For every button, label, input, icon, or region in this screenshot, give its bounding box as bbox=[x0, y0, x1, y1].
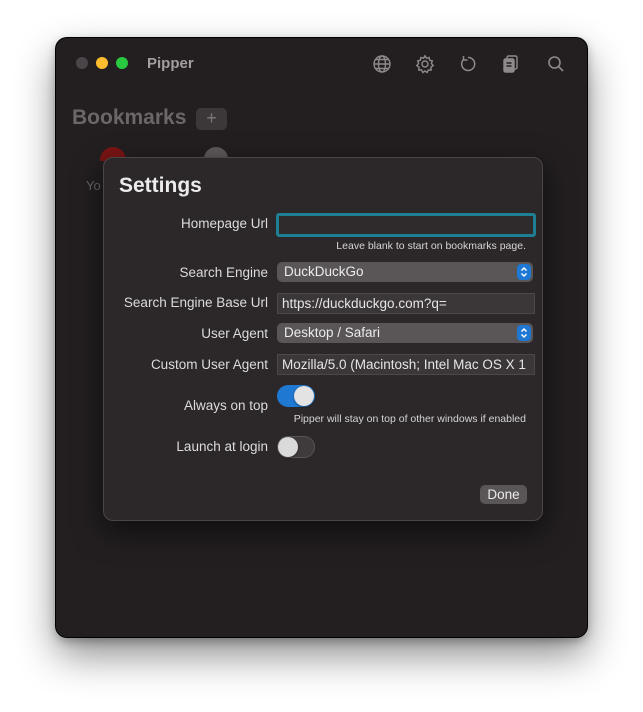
done-button[interactable]: Done bbox=[480, 485, 527, 504]
toggle-knob bbox=[278, 437, 298, 457]
chevron-up-down-icon bbox=[517, 325, 531, 341]
always-on-top-hint: Pipper will stay on top of other windows… bbox=[293, 413, 526, 425]
search-engine-base-url-label: Search Engine Base Url bbox=[123, 295, 268, 310]
reload-icon[interactable] bbox=[457, 53, 479, 75]
add-bookmark-button[interactable]: + bbox=[196, 108, 227, 130]
bookmark-label[interactable]: Yo bbox=[86, 178, 101, 193]
homepage-url-field[interactable] bbox=[276, 213, 536, 237]
zoom-window-button[interactable] bbox=[116, 57, 128, 69]
always-on-top-toggle[interactable] bbox=[277, 385, 315, 407]
homepage-url-hint: Leave blank to start on bookmarks page. bbox=[336, 240, 526, 252]
homepage-url-label: Homepage Url bbox=[180, 216, 268, 231]
user-agent-value: Desktop / Safari bbox=[284, 325, 381, 340]
settings-sheet: Settings Homepage Url Leave blank to sta… bbox=[103, 157, 543, 521]
close-window-button[interactable] bbox=[76, 57, 88, 69]
bookmarks-heading: Bookmarks bbox=[72, 106, 187, 129]
minimize-window-button[interactable] bbox=[96, 57, 108, 69]
settings-title: Settings bbox=[119, 174, 202, 197]
chevron-up-down-icon bbox=[517, 264, 531, 280]
search-icon[interactable] bbox=[545, 53, 567, 75]
custom-user-agent-label: Custom User Agent bbox=[150, 357, 268, 372]
toggle-knob bbox=[294, 386, 314, 406]
title-bar: Pipper bbox=[56, 38, 587, 90]
launch-at-login-label: Launch at login bbox=[176, 439, 268, 454]
custom-user-agent-field[interactable]: Mozilla/5.0 (Macintosh; Intel Mac OS X 1 bbox=[277, 354, 535, 375]
app-title: Pipper bbox=[147, 55, 194, 72]
clipboard-icon[interactable] bbox=[500, 53, 522, 75]
launch-at-login-toggle[interactable] bbox=[277, 436, 315, 458]
search-engine-base-url-field[interactable]: https://duckduckgo.com?q= bbox=[277, 293, 535, 314]
always-on-top-label: Always on top bbox=[183, 398, 268, 413]
search-engine-label: Search Engine bbox=[179, 265, 268, 280]
user-agent-select[interactable]: Desktop / Safari bbox=[277, 323, 533, 343]
search-engine-select[interactable]: DuckDuckGo bbox=[277, 262, 533, 282]
search-engine-value: DuckDuckGo bbox=[284, 264, 364, 279]
globe-icon[interactable] bbox=[371, 53, 393, 75]
gear-icon[interactable] bbox=[414, 53, 436, 75]
user-agent-label: User Agent bbox=[201, 326, 268, 341]
